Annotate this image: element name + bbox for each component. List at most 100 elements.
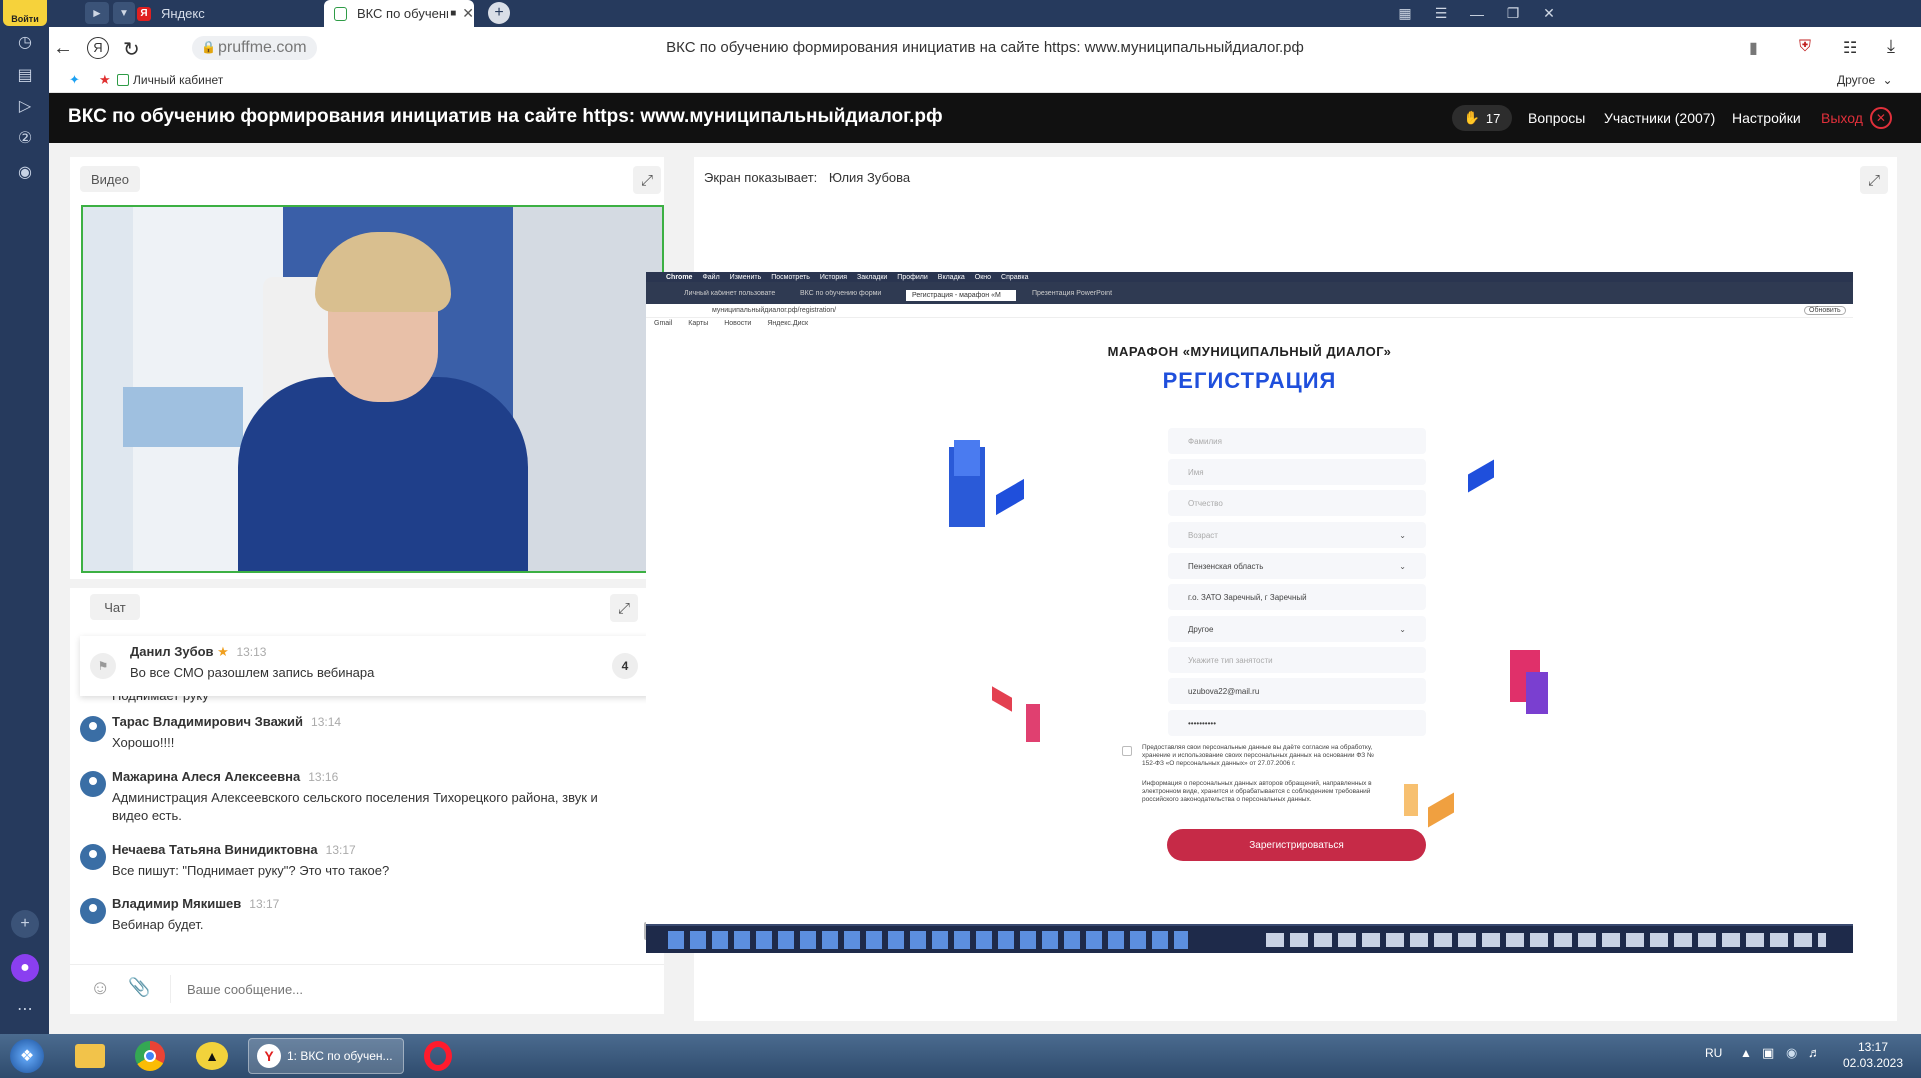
pruffme-favicon-icon — [334, 6, 347, 21]
twitter-icon[interactable]: ✦ — [69, 72, 80, 88]
page-title: ВКС по обучению формирования инициатив н… — [666, 39, 1304, 56]
screen-expand-icon[interactable]: ⤢ — [1860, 166, 1888, 194]
star-bookmark-icon[interactable]: ★ — [99, 72, 111, 88]
msg-text: Все пишут: "Поднимает руку"? Это что так… — [112, 863, 390, 878]
batman-app-icon[interactable]: ▲ — [190, 1038, 234, 1074]
inner-menubar: Chrome Файл Изменить Посмотреть История … — [646, 272, 1853, 282]
msg-time: 13:16 — [308, 770, 339, 784]
exit-button[interactable]: Выход ✕ — [1821, 107, 1892, 129]
msg-text: Хорошо!!!! — [112, 735, 175, 750]
inner-field-age: Возраст ⌄ — [1168, 522, 1426, 548]
protect-icon[interactable]: ⛨ — [1799, 38, 1811, 56]
explorer-icon[interactable] — [68, 1038, 112, 1074]
opera-icon[interactable] — [416, 1038, 460, 1074]
yandex-favicon-icon: Я — [137, 6, 151, 21]
start-button[interactable]: ❖ — [4, 1038, 50, 1074]
inner-field-occupation-type: Укажите тип занятости — [1168, 647, 1426, 673]
play-icon[interactable]: ▷ — [11, 92, 39, 120]
inner-field-occupation-text: Другое — [1188, 624, 1214, 634]
inner-field-region-text: Пензенская область — [1188, 561, 1264, 571]
alice-icon[interactable]: ● — [11, 954, 39, 982]
tray-globe-icon[interactable]: ◉ — [1786, 1045, 1797, 1061]
msg-author: Тарас Владимирович Зважий — [112, 714, 304, 729]
inner-field-city: г.о. ЗАТО Заречный, г Заречный — [1168, 584, 1426, 610]
history-icon[interactable]: ◷ — [11, 28, 39, 56]
inner-registration-heading: РЕГИСТРАЦИЯ — [1162, 368, 1337, 393]
chat-expand-icon[interactable]: ⤢ — [610, 594, 638, 622]
shared-screen: Chrome Файл Изменить Посмотреть История … — [646, 272, 1853, 953]
inner-bookmarks: Gmail Карты Новости Яндекс.Диск — [654, 320, 808, 327]
chat-input[interactable] — [170, 975, 630, 1003]
pinned-count-badge[interactable]: 4 — [612, 653, 638, 679]
chat-panel: Чат ⤢ Поднимает руку Тарас Владимирович … — [70, 588, 664, 1014]
emoji-icon[interactable]: ☺ — [90, 977, 110, 1000]
inner-marathon-title: МАРАФОН «МУНИЦИПАЛЬНЫЙ ДИАЛОГ» — [1107, 344, 1392, 359]
tab-yandex[interactable]: Я Яндекс — [127, 0, 317, 27]
bookmarks-bar: ✦ ★ Личный кабинет Другое ⌄ — [49, 69, 1921, 93]
exit-icon: ✕ — [1869, 107, 1892, 129]
inner-field-region: Пензенская область ⌄ — [1168, 553, 1426, 579]
new-tab-button[interactable]: + — [488, 2, 510, 24]
login-button[interactable]: Войти — [3, 0, 47, 26]
address-bar: ← Я ↻ 🔒 pruffme.com ВКС по обучению форм… — [49, 27, 1921, 69]
bookmarks-other[interactable]: Другое ⌄ — [1837, 73, 1893, 87]
tray-network-icon[interactable]: ▣ — [1762, 1045, 1774, 1061]
sound-icon[interactable]: ► — [85, 2, 109, 24]
inner-menu-item: Профили — [897, 273, 928, 281]
pinned-message[interactable]: ⚑ Данил Зубов ★ 13:13 Во все СМО разошле… — [80, 636, 650, 696]
tab-close-icon[interactable]: ✕ — [462, 5, 474, 22]
star-icon: ★ — [217, 644, 229, 659]
chrome-icon[interactable] — [128, 1038, 172, 1074]
inner-tab: Презентация PowerPoint — [1032, 290, 1113, 297]
inner-menu-item: Вкладка — [937, 273, 965, 281]
collections-icon[interactable]: ▤ — [11, 61, 39, 89]
inner-tabbar: Личный кабинет пользовате ВКС по обучени… — [646, 282, 1853, 304]
download-icon[interactable]: ⤓ — [1887, 36, 1895, 57]
bookmark-personal-cabinet[interactable]: Личный кабинет — [117, 73, 223, 87]
two-icon[interactable]: ② — [11, 124, 39, 152]
msg-author: Нечаева Татьяна Винидиктовна — [112, 842, 318, 857]
decor-flag-orange — [1428, 792, 1454, 828]
bookmark-icon[interactable]: ▮ — [1749, 38, 1758, 58]
inner-menu-item: Посмотреть — [771, 273, 810, 281]
tab-vks[interactable]: ВКС по обучению ф ■ ✕ — [324, 0, 474, 27]
video-expand-icon[interactable]: ⤢ — [633, 166, 661, 194]
inner-menu-item: Файл — [702, 273, 720, 281]
msg-time: 13:17 — [325, 843, 356, 857]
inner-menu-item: Справка — [1001, 273, 1029, 281]
settings-link[interactable]: Настройки — [1732, 110, 1801, 126]
video-tab[interactable]: Видео — [80, 166, 140, 192]
inner-field-firstname: Имя — [1168, 459, 1426, 485]
msg-time: 13:14 — [311, 715, 342, 729]
chat-tab[interactable]: Чат — [90, 594, 140, 620]
extensions-icon[interactable]: ☷ — [1843, 38, 1857, 58]
taskbar-active-task[interactable]: Y 1: ВКС по обучен... — [248, 1038, 404, 1074]
tray-volume-icon[interactable]: ♬ — [1808, 1045, 1821, 1060]
more-icon[interactable]: ⋯ — [11, 995, 39, 1023]
add-panel-icon[interactable]: + — [11, 910, 39, 938]
language-indicator[interactable]: RU — [1705, 1046, 1722, 1060]
raised-hands-button[interactable]: ✋ 17 — [1452, 105, 1512, 131]
questions-link[interactable]: Вопросы — [1528, 110, 1585, 126]
tray-expand-icon[interactable]: ▲ — [1740, 1046, 1752, 1060]
inner-menu-item: История — [819, 273, 847, 281]
inner-tab: ВКС по обучению форми — [800, 290, 882, 297]
pinned-text: Во все СМО разошлем запись вебинара — [130, 665, 375, 680]
inner-url: муниципальныйдиалог.рф/registration/ — [712, 307, 837, 314]
window-close-icon[interactable]: ✕ — [1527, 0, 1571, 27]
avatar — [80, 844, 106, 870]
bookmark-label: Личный кабинет — [133, 73, 224, 87]
taskbar-clock[interactable]: 13:17 02.03.2023 — [1838, 1039, 1908, 1071]
participants-link[interactable]: Участники (2007) — [1604, 110, 1715, 126]
inner-tab: Личный кабинет пользовате — [684, 290, 776, 297]
camera-icon[interactable]: ◉ — [11, 158, 39, 186]
attach-icon[interactable]: 📎 — [128, 977, 150, 998]
webinar-title: ВКС по обучению формирования инициатив н… — [68, 106, 943, 127]
tab-audio-icon[interactable]: ■ — [450, 8, 456, 19]
msg-author: Мажарина Алеся Алексеевна — [112, 769, 301, 784]
inner-update-button: Обновить — [1804, 306, 1846, 315]
inner-field-age-text: Возраст — [1188, 530, 1218, 540]
inner-register-button: Зарегистрироваться — [1167, 829, 1426, 861]
avatar — [80, 716, 106, 742]
chevron-down-icon: ⌄ — [1882, 73, 1893, 87]
